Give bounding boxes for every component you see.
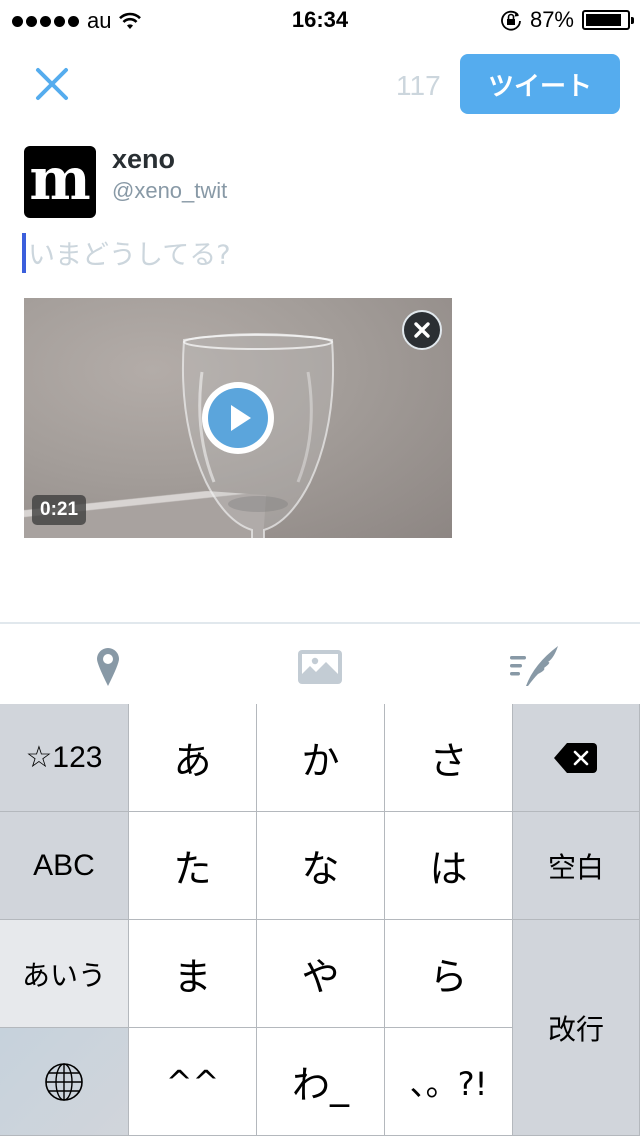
map-pin-icon xyxy=(97,648,119,686)
key-emoticon[interactable]: ^^ xyxy=(129,1028,257,1136)
status-right: 87% xyxy=(500,7,634,33)
play-icon xyxy=(231,405,251,431)
key-sa[interactable]: さ xyxy=(385,704,513,812)
delete-key[interactable] xyxy=(513,704,640,812)
character-counter: 117 xyxy=(396,70,441,101)
location-button[interactable] xyxy=(84,644,132,688)
key-ya[interactable]: や xyxy=(257,920,385,1028)
key-kana-mode[interactable]: あいう xyxy=(0,920,129,1028)
drafts-quill-icon xyxy=(510,646,558,686)
tweet-text-input[interactable] xyxy=(28,234,618,276)
close-button[interactable] xyxy=(30,62,74,106)
rotation-lock-icon xyxy=(501,10,521,31)
remove-media-button[interactable] xyxy=(402,310,442,350)
battery-percent: 87% xyxy=(529,7,574,32)
japanese-keyboard: ☆123 ABC あいう あ か さ た な は ま や ら ^^ わ_ 、。?… xyxy=(0,704,640,1136)
backspace-icon xyxy=(554,742,597,773)
add-photo-button[interactable] xyxy=(296,644,344,688)
drafts-button[interactable] xyxy=(508,644,558,688)
key-punctuation[interactable]: 、。?! xyxy=(385,1028,513,1136)
close-circle-icon xyxy=(414,322,430,338)
close-icon xyxy=(36,68,68,100)
return-key[interactable]: 改行 xyxy=(513,920,640,1136)
key-ta[interactable]: た xyxy=(129,812,257,920)
key-ha[interactable]: は xyxy=(385,812,513,920)
key-na[interactable]: な xyxy=(257,812,385,920)
key-ka[interactable]: か xyxy=(257,704,385,812)
text-cursor xyxy=(22,233,26,273)
key-wa[interactable]: わ_ xyxy=(257,1028,385,1136)
play-button[interactable] xyxy=(202,382,274,454)
key-abc[interactable]: ABC xyxy=(0,812,129,920)
image-icon xyxy=(298,650,342,684)
globe-icon xyxy=(45,1062,83,1101)
key-globe[interactable] xyxy=(0,1028,129,1136)
key-ra[interactable]: ら xyxy=(385,920,513,1028)
key-numbers-symbols[interactable]: ☆123 xyxy=(0,704,129,812)
key-a[interactable]: あ xyxy=(129,704,257,812)
video-duration: 0:21 xyxy=(32,495,87,525)
space-key[interactable]: 空白 xyxy=(513,812,640,920)
user-handle: @xeno_twit xyxy=(112,178,228,203)
status-bar: au 16:34 87% xyxy=(0,0,640,40)
video-attachment[interactable]: 0:21 xyxy=(24,298,452,538)
battery-icon xyxy=(582,10,634,30)
avatar: m xyxy=(24,146,96,218)
key-ma[interactable]: ま xyxy=(129,920,257,1028)
display-name: xeno xyxy=(112,144,176,174)
tweet-button[interactable]: ツイート xyxy=(460,54,620,114)
compose-toolbar xyxy=(0,622,640,704)
